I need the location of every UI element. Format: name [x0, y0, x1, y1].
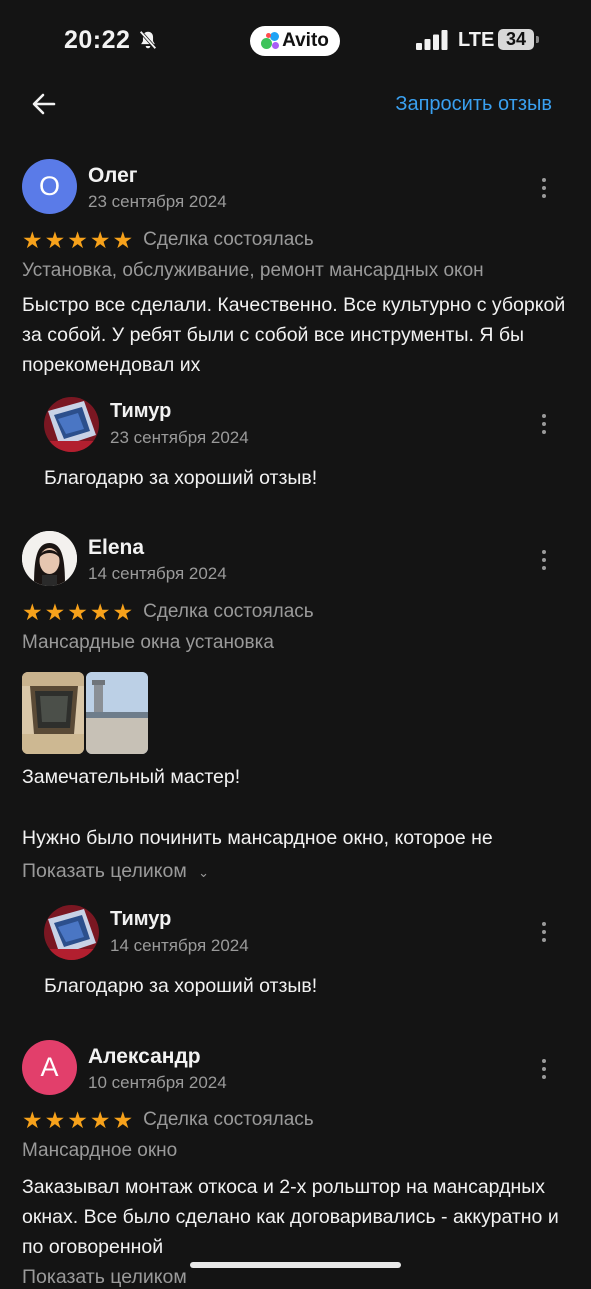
home-indicator[interactable] — [190, 1262, 401, 1268]
show-more-link[interactable]: Показать целиком ⌄ — [22, 860, 209, 883]
star-icon: ★ — [112, 227, 134, 253]
star-icon: ★ — [112, 1107, 134, 1133]
service-name: Мансардные окна установка — [22, 632, 274, 653]
reply-text: Благодарю за хороший отзыв! — [44, 975, 318, 997]
service-name: Мансардное окно — [22, 1140, 178, 1161]
star-icon: ★ — [22, 227, 43, 253]
reply-author-name: Тимур — [110, 908, 172, 930]
chevron-down-icon: ⌄ — [198, 865, 210, 880]
star-icon: ★ — [22, 599, 43, 625]
star-icon: ★ — [112, 599, 134, 625]
review-text-line: Нужно было починить мансардное окно, кот… — [22, 827, 493, 849]
bell-muted-icon — [139, 30, 157, 50]
rating-stars: ★ ★ ★ ★ ★ Сделка состоялась — [22, 600, 314, 624]
star-icon: ★ — [67, 599, 88, 625]
reviewer-name: Elena — [88, 536, 145, 559]
request-review-button[interactable]: Запросить отзыв — [395, 93, 552, 116]
reply-date: 14 сентября 2024 — [110, 936, 249, 955]
show-more-link[interactable]: Показать целиком — [22, 1266, 187, 1289]
more-options-icon[interactable] — [537, 178, 551, 200]
rating-stars: ★ ★ ★ ★ ★ Сделка состоялась — [22, 228, 314, 252]
cell-signal-icon — [416, 30, 448, 50]
avito-label: Avito — [282, 30, 329, 51]
review-date: 10 сентября 2024 — [88, 1073, 227, 1092]
network-type: LTE — [458, 29, 495, 51]
deal-status: Сделка состоялась — [143, 1109, 314, 1130]
more-options-icon[interactable] — [537, 922, 551, 944]
star-icon: ★ — [89, 599, 111, 625]
more-options-icon[interactable] — [537, 1059, 551, 1081]
star-icon: ★ — [44, 599, 66, 625]
review-text: Быстро все сделали. Качественно. Все кул… — [22, 294, 566, 376]
avatar: О — [22, 159, 77, 214]
review-text: Заказывал монтаж откоса и 2-х рольштор н… — [22, 1176, 559, 1258]
status-time: 20:22 — [64, 26, 131, 54]
deal-status: Сделка состоялась — [143, 601, 314, 622]
battery-indicator: 34 — [498, 29, 539, 50]
star-icon: ★ — [44, 227, 66, 253]
review-date: 14 сентября 2024 — [88, 564, 227, 583]
status-bar: 20:22 Avito LTE 34 — [0, 0, 591, 80]
star-icon: ★ — [89, 1107, 111, 1133]
service-name: Установка, обслуживание, ремонт мансардн… — [22, 260, 484, 281]
reply-text: Благодарю за хороший отзыв! — [44, 467, 318, 489]
review-photo[interactable] — [22, 672, 84, 754]
star-icon: ★ — [44, 1107, 66, 1133]
back-arrow-icon[interactable] — [28, 88, 60, 120]
avatar — [22, 531, 77, 586]
avito-app-pill[interactable]: Avito — [250, 26, 340, 56]
reply-author-name: Тимур — [110, 400, 172, 422]
review-photo[interactable] — [86, 672, 148, 754]
avatar: А — [22, 1040, 77, 1095]
more-options-icon[interactable] — [537, 550, 551, 572]
review-date: 23 сентября 2024 — [88, 192, 227, 211]
rating-stars: ★ ★ ★ ★ ★ Сделка состоялась — [22, 1108, 314, 1132]
review-text-line: Замечательный мастер! — [22, 766, 241, 788]
star-icon: ★ — [89, 227, 111, 253]
reply-avatar — [44, 905, 99, 960]
deal-status: Сделка состоялась — [143, 229, 314, 250]
reply-avatar — [44, 397, 99, 452]
star-icon: ★ — [22, 1107, 43, 1133]
star-icon: ★ — [67, 1107, 88, 1133]
reviewer-name: Александр — [88, 1045, 201, 1068]
star-icon: ★ — [67, 227, 88, 253]
reply-date: 23 сентября 2024 — [110, 428, 249, 447]
more-options-icon[interactable] — [537, 414, 551, 436]
reviewer-name: Олег — [88, 164, 138, 187]
avito-logo-icon — [261, 32, 280, 50]
